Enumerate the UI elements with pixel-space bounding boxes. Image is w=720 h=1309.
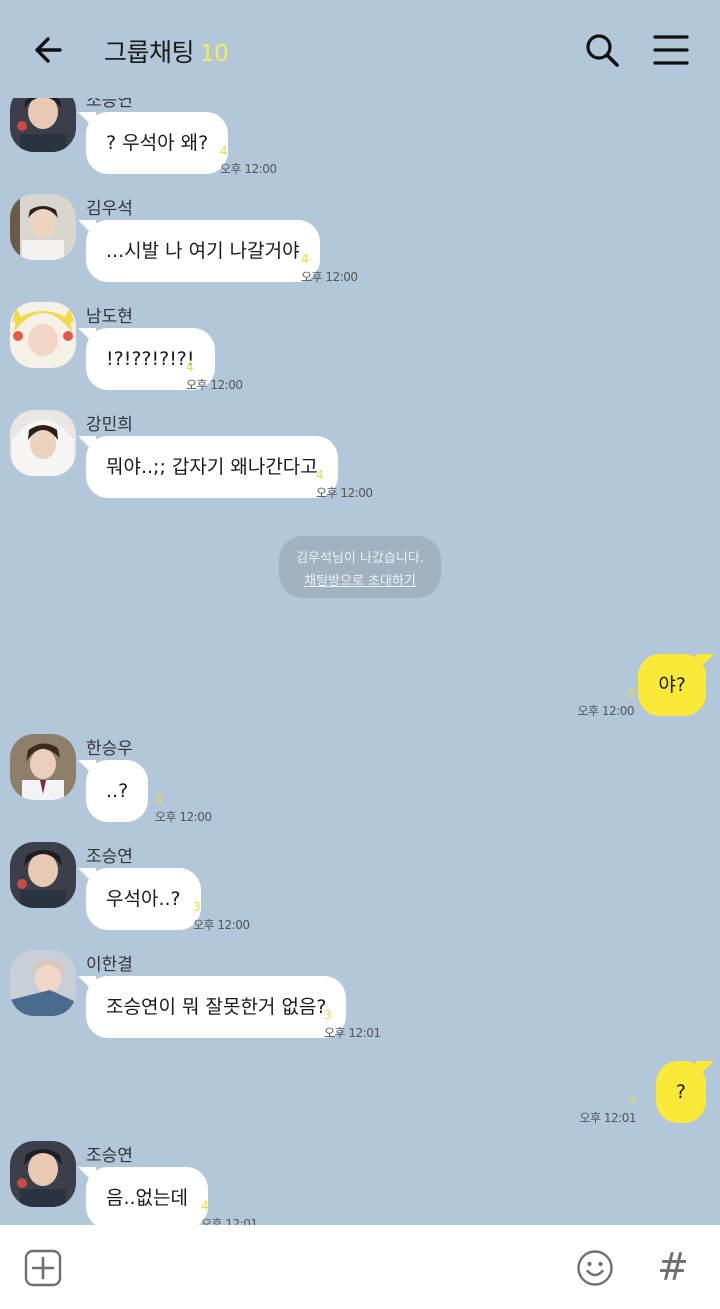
- unread-count: 3: [626, 686, 634, 700]
- message-bubble[interactable]: 뭐야..;; 갑자기 왜나간다고: [78, 436, 338, 498]
- message-bubble[interactable]: 음..없는데: [78, 1167, 208, 1225]
- avatar[interactable]: [10, 302, 76, 368]
- unread-count: 4: [301, 252, 309, 266]
- avatar[interactable]: [10, 734, 76, 800]
- message-bubble[interactable]: ...시발 나 여기 나갈거야: [78, 220, 320, 282]
- unread-count: 4: [186, 360, 194, 374]
- invite-link[interactable]: 채팅방으로 초대하기: [279, 570, 441, 589]
- message-time: 오후 12:00: [316, 486, 373, 500]
- message-bubble[interactable]: 우석아..?: [78, 868, 201, 930]
- message-bubble[interactable]: ? 우석아 왜?: [77, 112, 229, 174]
- hashtag-icon[interactable]: #: [655, 1245, 691, 1289]
- unread-count: 4: [220, 144, 228, 158]
- message-time: 오후 12:00: [155, 810, 212, 824]
- message-time: 오후 12:00: [301, 270, 358, 284]
- plus-icon[interactable]: [24, 1249, 62, 1287]
- avatar[interactable]: [10, 842, 76, 908]
- member-count: 10: [200, 41, 229, 67]
- message-bubble[interactable]: ..?: [77, 760, 149, 822]
- notice-text: 김우석님이 나갔습니다.: [296, 551, 424, 566]
- system-notice: 김우석님이 나갔습니다. 채팅방으로 초대하기: [279, 536, 441, 598]
- avatar[interactable]: [10, 194, 76, 260]
- unread-count: 4: [201, 1199, 209, 1213]
- unread-count: 4: [316, 468, 324, 482]
- sender-name: 조승연: [86, 847, 133, 867]
- message-time: 오후 12:01: [201, 1217, 258, 1225]
- sender-name: 강민희: [86, 415, 133, 435]
- menu-icon[interactable]: [652, 33, 690, 67]
- sender-name: 이한결: [86, 955, 133, 975]
- unread-count: 3: [155, 792, 163, 806]
- sender-name: 조승연: [86, 1146, 133, 1166]
- message-bubble[interactable]: 야?: [638, 654, 714, 716]
- unread-count: 3: [324, 1008, 332, 1022]
- message-time: 오후 12:00: [220, 162, 277, 176]
- chat-header: 그룹채팅 10: [0, 0, 720, 98]
- room-name: 그룹채팅: [104, 38, 195, 67]
- avatar[interactable]: [10, 950, 76, 1016]
- search-icon[interactable]: [582, 30, 622, 70]
- unread-count: 3: [193, 900, 201, 914]
- input-bar: #: [0, 1225, 720, 1309]
- sender-name: 한승우: [86, 739, 133, 759]
- message-time: 오후 12:00: [577, 704, 635, 718]
- message-time: 오후 12:01: [324, 1026, 381, 1040]
- emoji-icon[interactable]: [576, 1249, 614, 1287]
- sender-name: 남도현: [86, 307, 133, 327]
- message-list[interactable]: 조승연 ? 우석아 왜? 4 오후 12:00 김우석 ...시발 나 여기 나…: [0, 98, 720, 1225]
- avatar[interactable]: [10, 410, 76, 476]
- message-time: 오후 12:00: [186, 378, 243, 392]
- avatar[interactable]: [10, 98, 76, 152]
- sender-name: 조승연: [86, 98, 133, 111]
- chat-title: 그룹채팅 10: [104, 33, 229, 69]
- message-time: 오후 12:01: [579, 1111, 637, 1125]
- message-time: 오후 12:00: [193, 918, 250, 932]
- unread-count: 4: [628, 1093, 636, 1107]
- message-bubble[interactable]: ?: [655, 1061, 715, 1123]
- message-bubble[interactable]: 조승연이 뭐 잘못한거 없음?: [77, 976, 347, 1038]
- sender-name: 김우석: [86, 199, 133, 219]
- avatar[interactable]: [10, 1141, 76, 1207]
- back-arrow-icon[interactable]: [30, 30, 70, 70]
